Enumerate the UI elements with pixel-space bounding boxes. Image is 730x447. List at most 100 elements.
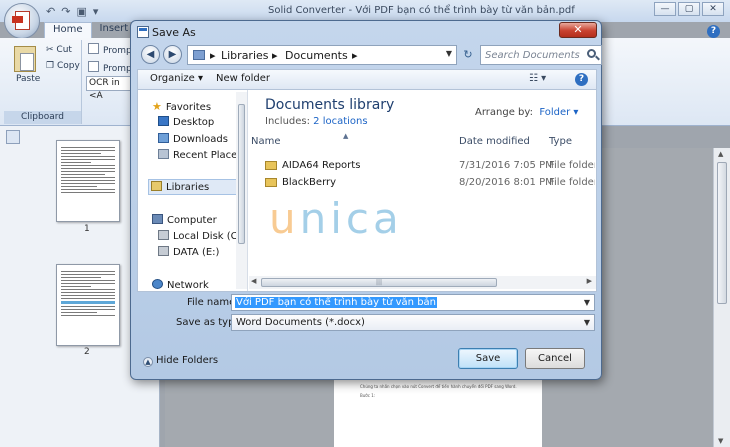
scrollbar-thumb[interactable] bbox=[717, 162, 727, 304]
nav-local-disk[interactable]: Local Disk (C:) bbox=[158, 230, 245, 242]
library-icon bbox=[193, 50, 205, 60]
app-title-bar: Solid Converter - Với PDF bạn có thể trì… bbox=[0, 0, 730, 22]
breadcrumb-libraries[interactable]: Libraries bbox=[221, 49, 269, 62]
column-name[interactable]: Name bbox=[251, 136, 281, 147]
help-icon[interactable]: ? bbox=[707, 25, 720, 38]
quick-access-toolbar: ↶ ↷ ▣ ▾ bbox=[46, 5, 98, 18]
app-title: Solid Converter - Với PDF bạn có thể trì… bbox=[268, 5, 575, 16]
hide-folders-button[interactable]: ▲ Hide Folders bbox=[143, 355, 218, 367]
dialog-toolbar: Organize ▾ New folder ☷ ▾ ? bbox=[137, 69, 597, 89]
search-field[interactable]: Search Documents bbox=[480, 45, 602, 65]
scroll-down-icon[interactable]: ▼ bbox=[718, 437, 723, 445]
scroll-up-icon[interactable]: ▲ bbox=[718, 150, 723, 158]
file-name-field[interactable]: Với PDF bạn có thể trình bày từ văn bản … bbox=[231, 294, 595, 311]
dialog-help-icon[interactable]: ? bbox=[575, 73, 588, 86]
nav-favorites[interactable]: ★ Favorites bbox=[152, 100, 211, 113]
page-thumbnail-1[interactable] bbox=[56, 140, 120, 222]
ocr-select[interactable]: OCR in <A bbox=[86, 76, 136, 101]
nav-computer[interactable]: Computer bbox=[152, 214, 217, 226]
arrange-by-dropdown[interactable]: Folder ▾ bbox=[539, 107, 578, 118]
list-item[interactable]: AIDA64 Reports 7/31/2016 7:05 PM File fo… bbox=[249, 158, 596, 174]
copy-button[interactable]: ❐ Copy bbox=[46, 61, 80, 71]
organize-button[interactable]: Organize ▾ bbox=[150, 73, 203, 84]
document-vertical-scrollbar[interactable]: ▲ ▼ bbox=[713, 148, 730, 447]
nav-scrollbar[interactable] bbox=[236, 92, 247, 289]
address-dropdown-icon[interactable]: ▼ bbox=[446, 49, 452, 58]
document-page[interactable]: Chúng ta nhấn chọn vào nút Convert để ti… bbox=[334, 376, 542, 447]
undo-icon[interactable]: ↶ bbox=[46, 5, 55, 18]
list-item[interactable]: BlackBerry 8/20/2016 8:01 PM File folder bbox=[249, 175, 596, 191]
file-list-horizontal-scrollbar[interactable]: ◀ ||| ▶ bbox=[249, 276, 596, 289]
chevron-down-icon[interactable]: ▼ bbox=[584, 318, 590, 327]
nav-desktop[interactable]: Desktop bbox=[158, 116, 214, 128]
column-type[interactable]: Type bbox=[549, 136, 572, 147]
file-date: 7/31/2016 7:05 PM bbox=[459, 160, 554, 171]
column-date-modified[interactable]: Date modified bbox=[459, 136, 530, 147]
locations-link[interactable]: 2 locations bbox=[313, 116, 367, 127]
tab-home[interactable]: Home bbox=[44, 22, 92, 38]
chevron-up-icon: ▲ bbox=[143, 357, 153, 367]
prompt-checkbox-2[interactable]: Prompt bbox=[88, 61, 135, 74]
breadcrumb-sep[interactable]: ▸ bbox=[272, 49, 278, 62]
scroll-left-icon[interactable]: ◀ bbox=[251, 277, 256, 285]
thumbnail-number-1: 1 bbox=[84, 224, 90, 234]
computer-icon bbox=[152, 214, 163, 224]
breadcrumb-documents[interactable]: Documents bbox=[285, 49, 348, 62]
save-button[interactable]: Save bbox=[458, 348, 518, 369]
search-icon[interactable] bbox=[587, 49, 596, 58]
address-bar[interactable]: ▸ Libraries ▸ Documents ▸ ▼ bbox=[187, 45, 457, 65]
search-placeholder: Search Documents bbox=[485, 50, 580, 61]
paste-button[interactable]: Paste bbox=[16, 74, 40, 84]
prompt-checkbox-1[interactable]: Prompt bbox=[88, 43, 135, 56]
paste-icon[interactable] bbox=[14, 46, 36, 72]
nav-recent-places[interactable]: Recent Places bbox=[158, 149, 243, 161]
save-icon[interactable]: ▣ bbox=[76, 5, 86, 18]
breadcrumb-sep[interactable]: ▸ bbox=[210, 49, 216, 62]
clipboard-group-label: Clipboard bbox=[4, 111, 81, 124]
thumbnail-number-2: 2 bbox=[84, 347, 90, 357]
save-as-type-value: Word Documents (*.docx) bbox=[236, 317, 365, 328]
scrollbar-thumb[interactable]: ||| bbox=[261, 278, 497, 287]
library-includes: Includes: 2 locations bbox=[265, 116, 368, 127]
cancel-button[interactable]: Cancel bbox=[525, 348, 585, 369]
file-list: Documents library Includes: 2 locations … bbox=[249, 90, 596, 291]
watermark-letter: c bbox=[345, 194, 374, 243]
file-name-value: Với PDF bạn có thể trình bày từ văn bản bbox=[235, 297, 438, 308]
pages-icon[interactable] bbox=[6, 130, 20, 144]
unica-watermark: unica bbox=[269, 194, 403, 243]
downloads-icon bbox=[158, 133, 169, 143]
nav-network[interactable]: Network bbox=[152, 279, 209, 291]
app-logo-icon[interactable] bbox=[4, 3, 40, 39]
maximize-button[interactable]: ▢ bbox=[678, 2, 700, 16]
dialog-close-button[interactable]: ✕ bbox=[559, 22, 597, 38]
dialog-title: Save As bbox=[152, 26, 196, 39]
refresh-icon[interactable]: ↻ bbox=[460, 45, 476, 65]
close-button[interactable]: ✕ bbox=[702, 2, 724, 16]
file-type: File folder bbox=[549, 177, 595, 188]
scroll-right-icon[interactable]: ▶ bbox=[587, 277, 592, 285]
redo-icon[interactable]: ↷ bbox=[61, 5, 70, 18]
scrollbar-thumb[interactable] bbox=[238, 104, 245, 244]
nav-downloads[interactable]: Downloads bbox=[158, 133, 228, 145]
page-text-line: Chúng ta nhấn chọn vào nút Convert để ti… bbox=[360, 384, 517, 389]
file-date: 8/20/2016 8:01 PM bbox=[459, 177, 554, 188]
disk-icon bbox=[158, 230, 169, 240]
new-folder-button[interactable]: New folder bbox=[216, 73, 270, 84]
back-icon[interactable]: ◀ bbox=[141, 45, 160, 64]
clipboard-group: Paste ✂ Cut ❐ Copy Clipboard bbox=[4, 40, 82, 124]
navigation-pane: ★ Favorites Desktop Downloads Recent Plac… bbox=[138, 90, 248, 291]
breadcrumb-sep[interactable]: ▸ bbox=[352, 49, 358, 62]
page-thumbnail-2[interactable] bbox=[56, 264, 120, 346]
customize-icon[interactable]: ▾ bbox=[93, 5, 99, 18]
forward-icon[interactable]: ▶ bbox=[163, 45, 182, 64]
save-as-type-select[interactable]: Word Documents (*.docx) ▼ bbox=[231, 314, 595, 331]
file-type: File folder bbox=[549, 160, 595, 171]
view-options-icon[interactable]: ☷ ▾ bbox=[529, 73, 546, 84]
nav-libraries[interactable]: Libraries bbox=[148, 179, 239, 195]
nav-data-disk[interactable]: DATA (E:) bbox=[158, 246, 219, 258]
dialog-body: ★ Favorites Desktop Downloads Recent Plac… bbox=[137, 89, 597, 292]
chevron-down-icon[interactable]: ▼ bbox=[584, 298, 590, 307]
sort-indicator-icon: ▲ bbox=[343, 132, 349, 140]
minimize-button[interactable]: — bbox=[654, 2, 676, 16]
cut-button[interactable]: ✂ Cut bbox=[46, 45, 72, 55]
